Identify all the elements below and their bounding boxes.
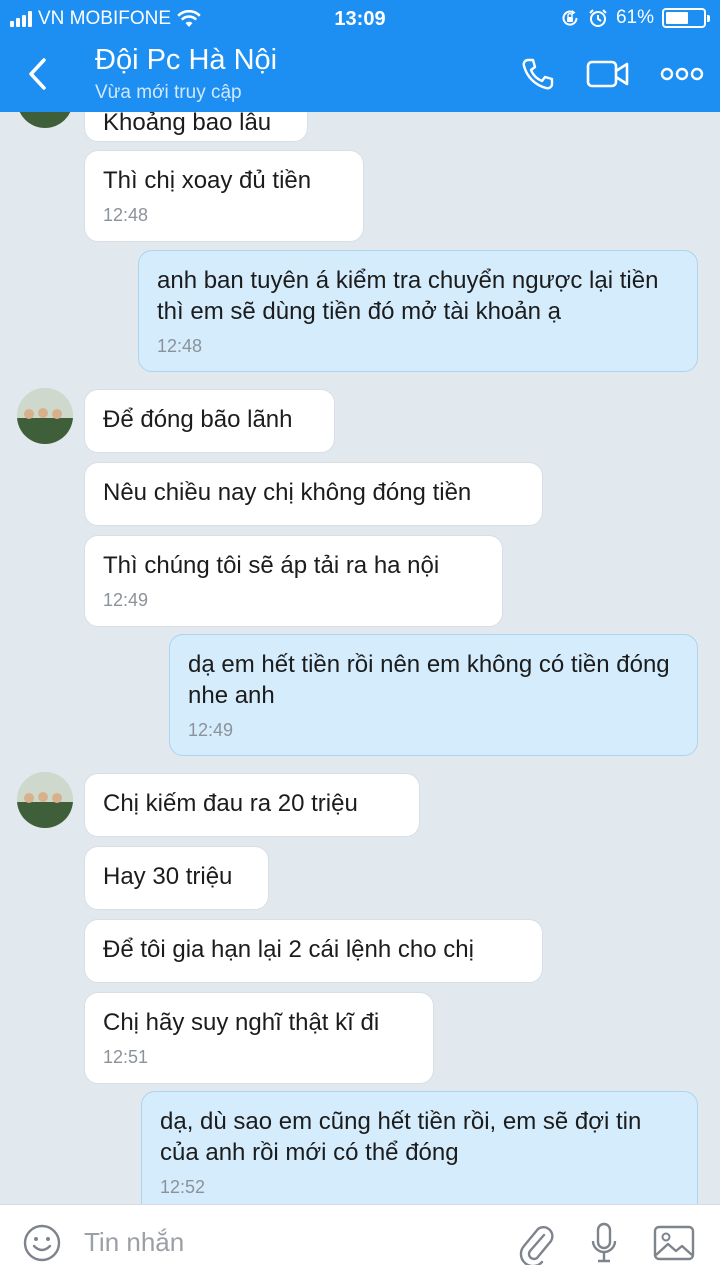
message-text: dạ, dù sao em cũng hết tiền rồi, em sẽ đ… [160, 1108, 642, 1166]
image-icon [653, 1225, 695, 1261]
message-text: Nêu chiều nay chị không đóng tiền [103, 479, 472, 506]
message-input[interactable]: Tin nhắn [84, 1227, 184, 1258]
message-time: 12:49 [103, 590, 149, 610]
microphone-icon [591, 1222, 617, 1263]
avatar[interactable] [17, 388, 73, 444]
chat-subtitle: Vừa mới truy cập [95, 82, 242, 103]
message-text: Hay 30 triệu [103, 863, 233, 890]
message-bubble[interactable]: anh ban tuyên á kiểm tra chuyển ngược lạ… [138, 250, 698, 372]
rotation-lock-icon [562, 10, 578, 26]
message-text: Để tôi gia hạn lại 2 cái lệnh cho chị [103, 936, 474, 963]
message-bubble[interactable]: Khoảng bao lâu [84, 112, 308, 142]
status-bar: VN MOBIFONE 13:09 61% [0, 0, 720, 38]
message-bubble[interactable]: Để tôi gia hạn lại 2 cái lệnh cho chị [84, 919, 543, 983]
more-button[interactable] [658, 52, 706, 96]
image-button[interactable] [650, 1219, 698, 1267]
message-time: 12:48 [157, 336, 203, 356]
emoji-icon [23, 1224, 61, 1262]
attachment-icon [519, 1226, 554, 1265]
phone-icon [522, 58, 554, 90]
battery-icon [662, 8, 710, 28]
chat-title[interactable]: Đội Pc Hà Nội [95, 44, 277, 77]
voice-button[interactable] [580, 1219, 628, 1267]
alarm-icon [589, 9, 607, 27]
message-bubble[interactable]: dạ em hết tiền rồi nên em không có tiền … [169, 634, 698, 756]
chat-header: VN MOBIFONE 13:09 61% Đội Pc Hà Nội Vừa … [0, 0, 720, 112]
back-arrow-icon [29, 58, 46, 90]
message-text: Để đóng bão lãnh [103, 406, 293, 433]
video-call-icon [586, 60, 629, 88]
emoji-button[interactable] [18, 1219, 66, 1267]
message-bubble[interactable]: dạ, dù sao em cũng hết tiền rồi, em sẽ đ… [141, 1091, 698, 1204]
message-time: 12:49 [188, 720, 234, 740]
attachment-button[interactable] [512, 1219, 560, 1267]
message-text: dạ em hết tiền rồi nên em không có tiền … [188, 651, 670, 709]
message-bubble[interactable]: Chị hãy suy nghĩ thật kĩ đi 12:51 [84, 992, 434, 1084]
message-text: Chị kiếm đau ra 20 triệu [103, 790, 358, 817]
avatar[interactable] [17, 772, 73, 828]
message-input-bar: Tin nhắn [0, 1204, 720, 1280]
message-bubble[interactable]: Chị kiếm đau ra 20 triệu [84, 773, 420, 837]
message-bubble[interactable]: Nêu chiều nay chị không đóng tiền [84, 462, 543, 526]
message-text: Chị hãy suy nghĩ thật kĩ đi [103, 1009, 380, 1036]
message-time: 12:51 [103, 1047, 149, 1067]
message-text: anh ban tuyên á kiểm tra chuyển ngược lạ… [157, 267, 659, 325]
more-icon [660, 67, 704, 81]
video-call-button[interactable] [584, 52, 632, 96]
message-bubble[interactable]: Thì chị xoay đủ tiền 12:48 [84, 150, 364, 242]
call-button[interactable] [514, 52, 562, 96]
message-time: 12:48 [103, 205, 149, 225]
status-right: 61% [560, 7, 710, 29]
message-bubble[interactable]: Để đóng bão lãnh [84, 389, 335, 453]
message-bubble[interactable]: Hay 30 triệu [84, 846, 269, 910]
message-text: Thì chị xoay đủ tiền [103, 167, 312, 194]
avatar[interactable] [17, 112, 73, 128]
message-time: 12:52 [160, 1177, 206, 1197]
message-text: Khoảng bao lâu [103, 112, 272, 136]
back-button[interactable] [22, 52, 58, 96]
message-text: Thì chúng tôi sẽ áp tải ra ha nội [103, 552, 440, 579]
message-list[interactable]: Khoảng bao lâu Thì chị xoay đủ tiền 12:4… [0, 112, 720, 1204]
battery-percent: 61% [615, 7, 654, 28]
message-bubble[interactable]: Thì chúng tôi sẽ áp tải ra ha nội 12:49 [84, 535, 503, 627]
